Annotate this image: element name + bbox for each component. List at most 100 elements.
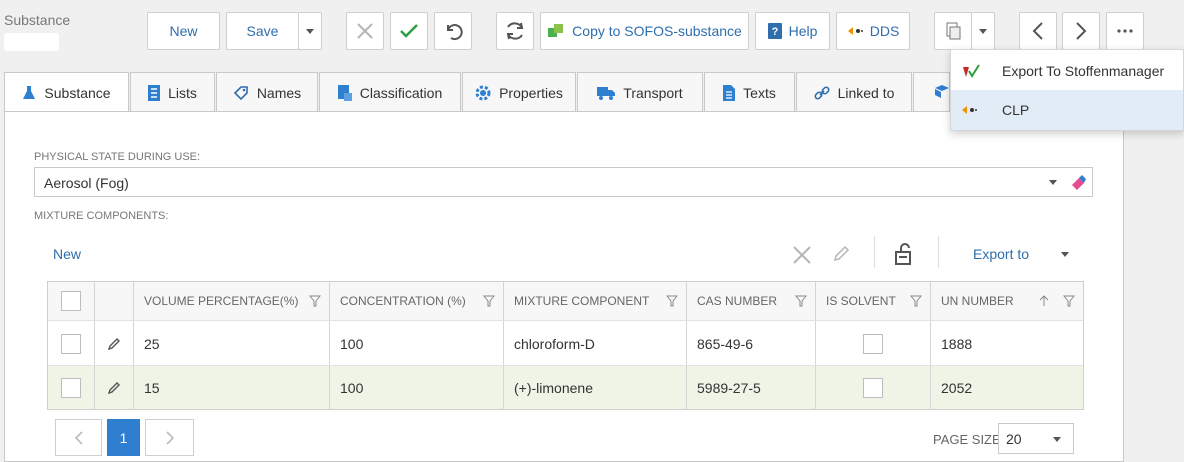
page-size-value: 20 bbox=[1006, 431, 1022, 447]
delete-icon[interactable] bbox=[792, 245, 812, 265]
is-solvent-checkbox[interactable] bbox=[863, 333, 883, 354]
dds-icon bbox=[961, 105, 977, 115]
breadcrumb-value bbox=[4, 33, 59, 51]
save-button[interactable]: Save bbox=[226, 12, 299, 50]
volume-cell: 25 bbox=[134, 321, 330, 366]
column-title: UN NUMBER bbox=[941, 294, 1014, 308]
select-all-checkbox[interactable] bbox=[61, 291, 81, 311]
header-volume[interactable]: VOLUME PERCENTAGE(%) bbox=[134, 282, 330, 320]
reports-button[interactable] bbox=[934, 12, 972, 50]
filter-icon[interactable] bbox=[483, 295, 495, 307]
header-concentration[interactable]: CONCENTRATION (%) bbox=[330, 282, 504, 320]
refresh-button[interactable] bbox=[496, 12, 534, 50]
header-un-number[interactable]: UN NUMBER bbox=[931, 282, 1083, 320]
mixture-grid: VOLUME PERCENTAGE(%) CONCENTRATION (%) M… bbox=[47, 281, 1084, 410]
mixture-components-label: MIXTURE COMPONENTS: bbox=[34, 210, 169, 222]
export-to-button[interactable]: Export to bbox=[973, 246, 1029, 262]
menu-item-label: CLP bbox=[1002, 102, 1030, 118]
undo-button[interactable] bbox=[434, 12, 472, 50]
tab-names[interactable]: Names bbox=[216, 72, 318, 112]
menu-item-export-stoffenmanager[interactable]: Export To Stoffenmanager bbox=[951, 51, 1183, 91]
tab-label: Names bbox=[256, 84, 302, 101]
column-title: IS SOLVENT bbox=[826, 294, 896, 308]
header-mixture-component[interactable]: MIXTURE COMPONENT bbox=[504, 282, 687, 320]
tab-label: Classification bbox=[359, 84, 443, 101]
pager-next-button[interactable] bbox=[145, 419, 194, 456]
row-edit-cell bbox=[95, 366, 134, 410]
pencil-icon[interactable] bbox=[107, 337, 121, 351]
filter-icon[interactable] bbox=[309, 295, 321, 307]
grid-new-button[interactable]: New bbox=[53, 246, 81, 262]
truck-icon bbox=[597, 86, 616, 100]
more-button[interactable] bbox=[1106, 12, 1144, 50]
reports-dropdown-button[interactable] bbox=[971, 12, 995, 50]
tab-substance[interactable]: Substance bbox=[4, 72, 129, 112]
tab-label: Texts bbox=[743, 84, 776, 101]
unlock-icon[interactable] bbox=[894, 242, 916, 266]
page-size-select[interactable]: 20 bbox=[998, 423, 1074, 454]
tab-texts[interactable]: Texts bbox=[704, 72, 795, 112]
help-button[interactable]: ? Help bbox=[755, 12, 830, 50]
tag-icon bbox=[233, 85, 249, 101]
eraser-icon[interactable] bbox=[1070, 174, 1086, 190]
sort-ascending-icon bbox=[1039, 295, 1049, 306]
cas-cell: 865-49-6 bbox=[687, 321, 816, 366]
physical-state-select[interactable]: Aerosol (Fog) bbox=[34, 167, 1093, 197]
save-button-label: Save bbox=[246, 23, 279, 39]
close-icon bbox=[357, 23, 373, 39]
copy-to-sofos-button[interactable]: Copy to SOFOS-substance bbox=[540, 12, 749, 50]
tab-label: Substance bbox=[44, 84, 111, 101]
concentration-cell: 100 bbox=[330, 321, 504, 366]
tab-more[interactable] bbox=[913, 72, 950, 112]
pager-page-button[interactable]: 1 bbox=[107, 419, 140, 456]
component-cell: chloroform-D bbox=[504, 321, 687, 366]
chevron-left-icon bbox=[1032, 22, 1043, 40]
is-solvent-checkbox[interactable] bbox=[863, 378, 883, 398]
header-cas-number[interactable]: CAS NUMBER bbox=[687, 282, 816, 320]
confirm-button[interactable] bbox=[390, 12, 428, 50]
chevron-left-icon bbox=[74, 430, 83, 445]
flask-icon bbox=[22, 85, 36, 101]
pager-previous-button[interactable] bbox=[55, 419, 102, 456]
filter-icon[interactable] bbox=[666, 295, 678, 307]
save-dropdown-button[interactable] bbox=[298, 12, 322, 50]
help-label: Help bbox=[788, 23, 818, 39]
previous-record-button[interactable] bbox=[1019, 12, 1057, 50]
header-is-solvent[interactable]: IS SOLVENT bbox=[816, 282, 931, 320]
classification-icon bbox=[337, 84, 352, 101]
cancel-button[interactable] bbox=[346, 12, 384, 50]
filter-icon[interactable] bbox=[910, 295, 922, 307]
table-row-selected[interactable]: 15 100 (+)-limonene 5989-27-5 2052 bbox=[48, 365, 1083, 410]
pencil-icon[interactable] bbox=[107, 381, 121, 395]
reports-dropdown-menu: Export To Stoffenmanager CLP bbox=[950, 49, 1184, 131]
new-button[interactable]: New bbox=[147, 12, 220, 50]
tab-label: Properties bbox=[499, 84, 563, 101]
row-checkbox[interactable] bbox=[61, 378, 81, 398]
caret-down-icon[interactable] bbox=[1061, 252, 1069, 257]
tab-transport[interactable]: Transport bbox=[577, 72, 703, 112]
filter-icon[interactable] bbox=[1063, 295, 1075, 307]
menu-item-clp[interactable]: CLP bbox=[951, 90, 1183, 130]
tab-properties[interactable]: Properties bbox=[462, 72, 576, 112]
tab-classification[interactable]: Classification bbox=[319, 72, 461, 112]
solvent-cell bbox=[816, 321, 931, 366]
menu-item-label: Export To Stoffenmanager bbox=[1002, 63, 1165, 79]
edit-icon[interactable] bbox=[832, 245, 850, 263]
tab-label: Transport bbox=[623, 84, 683, 101]
dds-button[interactable]: DDS bbox=[836, 12, 910, 50]
list-icon bbox=[148, 84, 161, 101]
tab-lists[interactable]: Lists bbox=[130, 72, 215, 112]
tab-linked-to[interactable]: Linked to bbox=[796, 72, 912, 112]
next-record-button[interactable] bbox=[1062, 12, 1100, 50]
caret-down-icon bbox=[306, 28, 314, 34]
component-cell: (+)-limonene bbox=[504, 366, 687, 410]
tab-label: Lists bbox=[168, 84, 197, 101]
row-checkbox[interactable] bbox=[61, 333, 81, 354]
filter-icon[interactable] bbox=[795, 295, 807, 307]
chevron-right-icon bbox=[1076, 22, 1087, 40]
caret-down-icon bbox=[1053, 437, 1061, 442]
help-icon: ? bbox=[767, 23, 782, 39]
tab-label: Linked to bbox=[837, 84, 895, 101]
toolbar-divider bbox=[938, 236, 939, 268]
table-row[interactable]: 25 100 chloroform-D 865-49-6 1888 bbox=[48, 320, 1083, 366]
